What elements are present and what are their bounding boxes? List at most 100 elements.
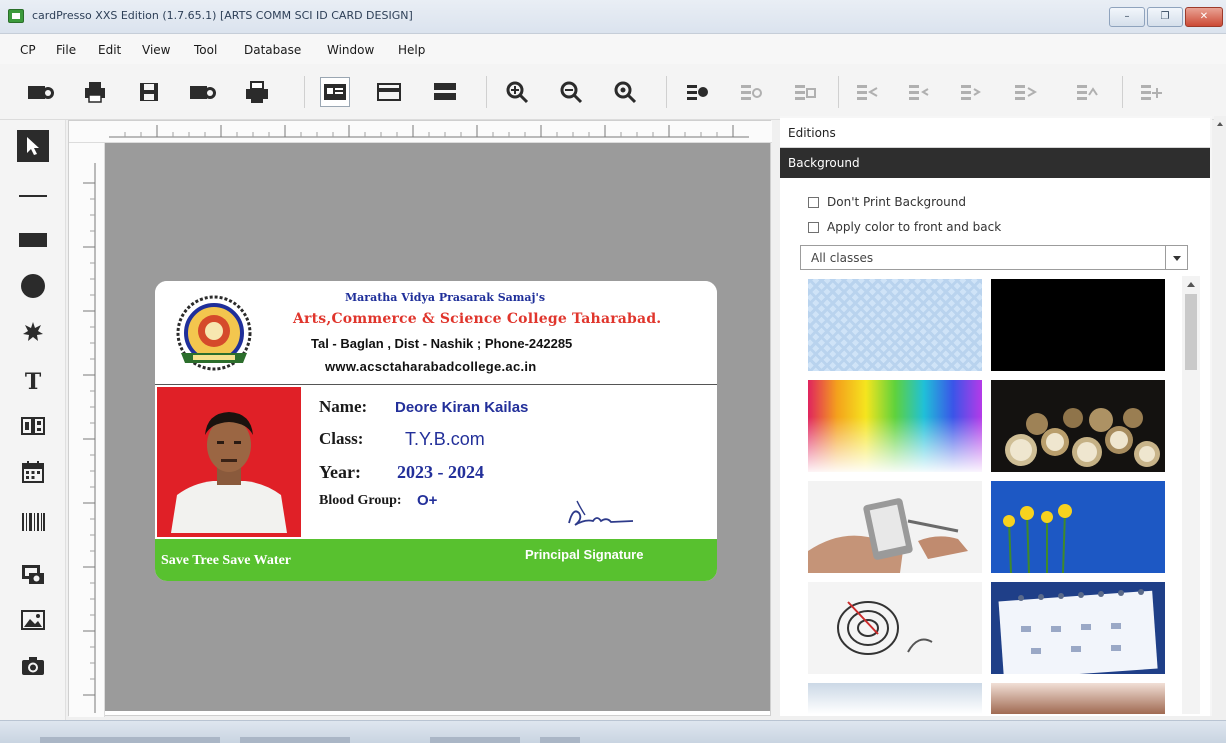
background-thumb-flowers[interactable]: [991, 481, 1165, 573]
rectangle-tool[interactable]: [17, 224, 49, 256]
align-icon: [961, 85, 981, 100]
text-tool[interactable]: T: [17, 366, 49, 398]
year-value: 2023 - 2024: [397, 462, 484, 482]
app-icon: [8, 9, 24, 23]
tab-background[interactable]: Background: [780, 148, 1210, 178]
scroll-up-icon[interactable]: [1187, 282, 1195, 287]
name-value: Deore Kiran Kailas: [395, 399, 529, 416]
zoom-fit-button[interactable]: [610, 77, 640, 107]
background-thumb-hand-phone[interactable]: [808, 481, 982, 573]
thumbnail-scrollbar[interactable]: [1182, 276, 1200, 714]
align-button-9[interactable]: [1136, 77, 1166, 107]
checkbox-box[interactable]: [808, 222, 819, 233]
menu-file[interactable]: File: [56, 43, 76, 57]
line-tool[interactable]: [17, 180, 49, 212]
background-thumb-black[interactable]: [991, 279, 1165, 371]
menu-tool[interactable]: Tool: [194, 43, 217, 57]
class-filter-value: All classes: [811, 251, 874, 265]
calendar-icon: [22, 461, 44, 483]
background-thumb-calendar[interactable]: [991, 582, 1165, 674]
close-button[interactable]: ✕: [1185, 7, 1223, 27]
menu-database[interactable]: Database: [244, 43, 301, 57]
panel-scrollbar[interactable]: [1214, 116, 1226, 716]
minimize-button[interactable]: –: [1109, 7, 1145, 27]
align-button-7[interactable]: [1010, 77, 1040, 107]
design-workspace: Maratha Vidya Prasarak Samaj's Arts,Comm…: [68, 120, 772, 717]
college-website: www.acsctaharabadcollege.ac.in: [325, 359, 537, 374]
student-photo: [163, 395, 295, 533]
menu-view[interactable]: View: [142, 43, 170, 57]
tab-editions[interactable]: Editions: [780, 118, 1210, 148]
chevron-down-icon[interactable]: [1165, 246, 1187, 269]
background-thumb-spectrum[interactable]: [808, 380, 982, 472]
background-thumb-target[interactable]: [808, 582, 982, 674]
background-thumb-transparent[interactable]: [808, 279, 982, 371]
ellipse-tool[interactable]: [17, 270, 49, 302]
background-thumb-sky[interactable]: [808, 683, 982, 714]
barcode-icon: [22, 513, 45, 531]
background-thumb-clocks[interactable]: [991, 380, 1165, 472]
qr-icon: [21, 417, 45, 435]
background-thumb-binder[interactable]: [991, 683, 1165, 714]
both-sides-button[interactable]: [430, 77, 460, 107]
name-label: Name:: [319, 397, 368, 416]
camera-icon: [22, 657, 44, 675]
barcode-tool[interactable]: [17, 506, 49, 538]
window-title: cardPresso XXS Edition (1.7.65.1) [ARTS …: [32, 9, 413, 22]
maximize-button[interactable]: ❐: [1147, 7, 1183, 27]
college-logo: [176, 295, 252, 371]
scrollbar-thumb[interactable]: [1185, 294, 1197, 370]
checkbox-box[interactable]: [808, 197, 819, 208]
image-tool[interactable]: [17, 604, 49, 636]
star-tool[interactable]: [17, 316, 49, 348]
align-button-2[interactable]: [736, 77, 766, 107]
align-button-1[interactable]: [682, 77, 712, 107]
menu-bar: CP File Edit View Tool Database Window H…: [0, 34, 1226, 64]
photo-capture-tool[interactable]: [17, 558, 49, 590]
class-label: Class:: [319, 429, 364, 448]
apply-color-checkbox[interactable]: Apply color to front and back: [808, 219, 1128, 237]
print-button[interactable]: [80, 77, 110, 107]
card-front-button[interactable]: [320, 77, 350, 107]
photo-capture-icon: [22, 565, 44, 584]
card-canvas[interactable]: Maratha Vidya Prasarak Samaj's Arts,Comm…: [105, 143, 770, 711]
align-button-8[interactable]: [1072, 77, 1102, 107]
star-icon: [23, 322, 43, 341]
camera-tool[interactable]: [17, 650, 49, 682]
align-button-5[interactable]: [904, 77, 934, 107]
align-button-6[interactable]: [956, 77, 986, 107]
properties-panel: Editions Background Don't Print Backgrou…: [780, 116, 1212, 716]
menu-help[interactable]: Help: [398, 43, 425, 57]
checkbox-label: Apply color to front and back: [827, 220, 1002, 234]
toolbar: [0, 64, 1226, 120]
zoom-in-button[interactable]: [502, 77, 532, 107]
blood-group-label: Blood Group:: [319, 493, 402, 508]
printer-settings-button[interactable]: [242, 77, 272, 107]
zoom-out-button[interactable]: [556, 77, 586, 107]
zoom-fit-icon: [614, 81, 637, 104]
save-button[interactable]: [134, 77, 164, 107]
qr-tool[interactable]: [17, 410, 49, 442]
pointer-icon: [27, 137, 39, 155]
align-button-3[interactable]: [790, 77, 820, 107]
photo-frame: [157, 387, 301, 537]
scroll-up-icon[interactable]: [1217, 122, 1223, 126]
align-button-4[interactable]: [852, 77, 882, 107]
top-ruler: [69, 121, 772, 143]
card-back-button[interactable]: [374, 77, 404, 107]
new-card-button[interactable]: [26, 77, 56, 107]
id-card[interactable]: Maratha Vidya Prasarak Samaj's Arts,Comm…: [155, 281, 717, 581]
menu-edit[interactable]: Edit: [98, 43, 121, 57]
dont-print-background-checkbox[interactable]: Don't Print Background: [808, 194, 1128, 212]
college-name: Arts,Commerce & Science College Taharaba…: [293, 311, 662, 327]
printer-settings-icon: [246, 81, 268, 103]
open-card-button[interactable]: [188, 77, 218, 107]
calendar-tool[interactable]: [17, 456, 49, 488]
rectangle-icon: [19, 233, 47, 247]
pointer-tool[interactable]: [17, 130, 49, 162]
card-footer: Save Tree Save Water Principal Signature: [155, 539, 717, 581]
class-filter-select[interactable]: All classes: [800, 245, 1188, 270]
tool-palette: T: [0, 120, 66, 720]
menu-cp[interactable]: CP: [20, 43, 36, 57]
menu-window[interactable]: Window: [327, 43, 374, 57]
